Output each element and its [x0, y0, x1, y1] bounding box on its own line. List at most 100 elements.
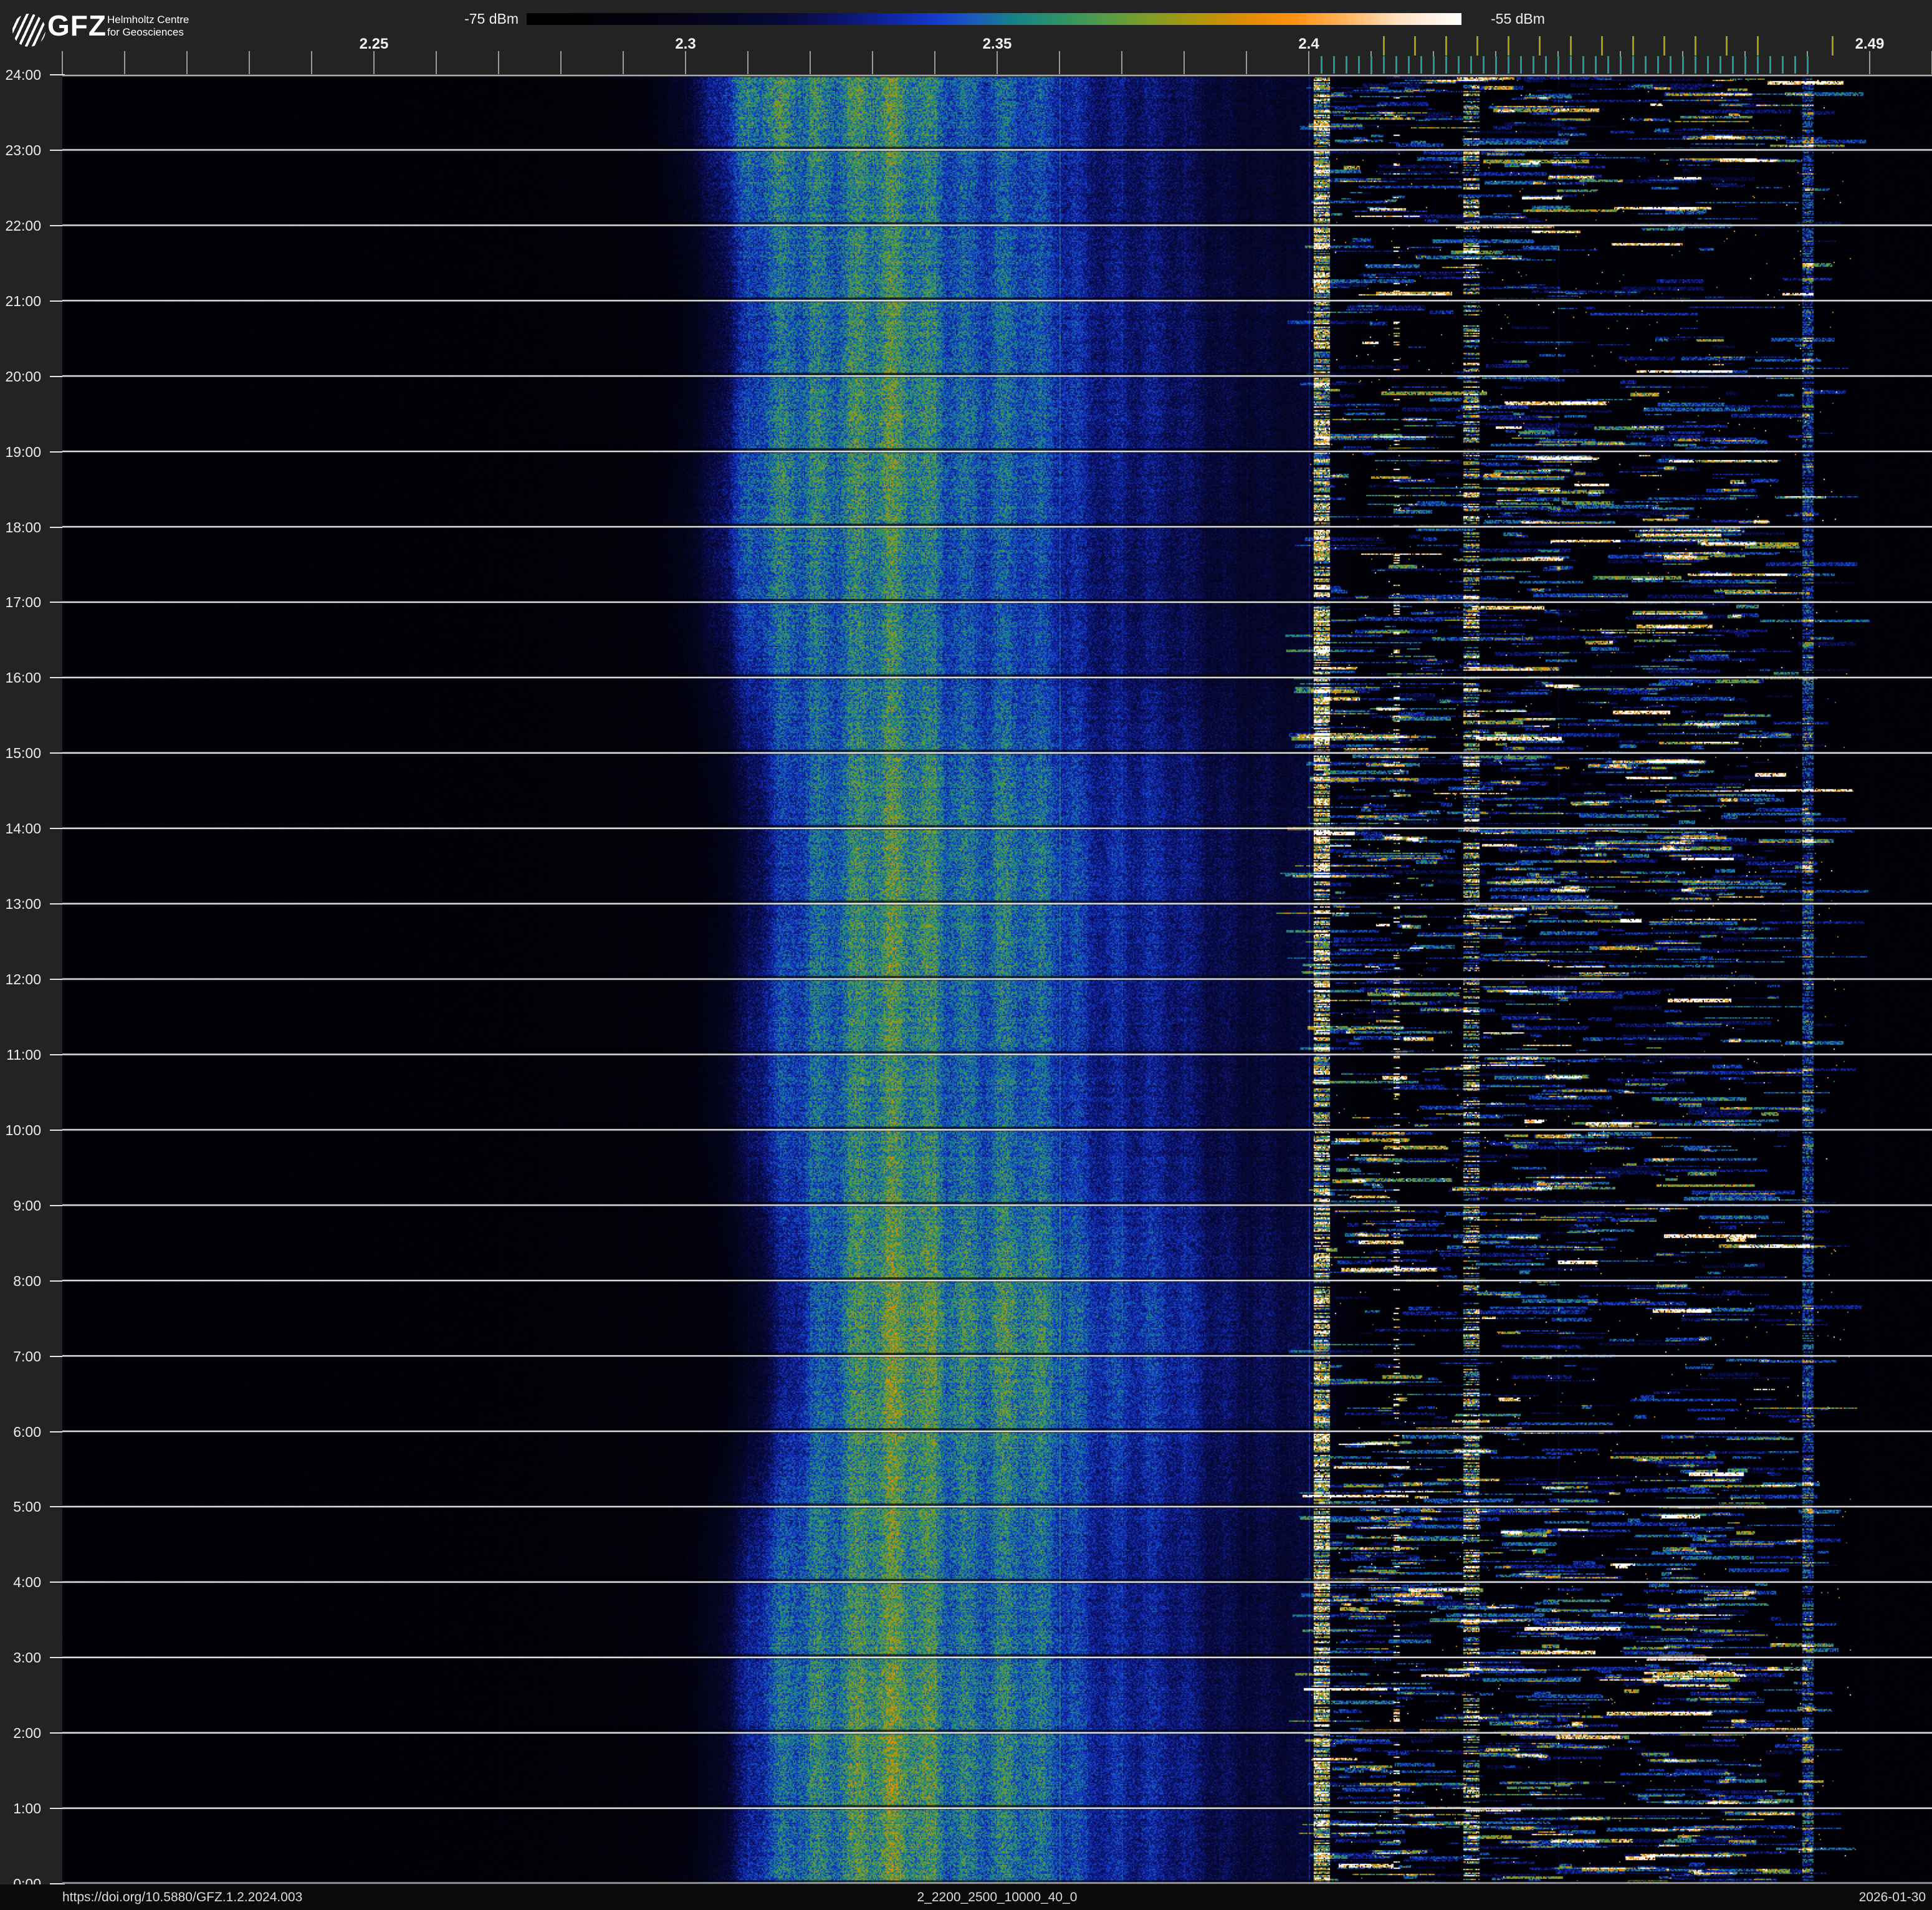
date-text: 2026-01-30: [1858, 1890, 1926, 1904]
frequency-tick: [373, 51, 375, 74]
frequency-tick: [311, 51, 312, 74]
spectrogram-page: GFZ Helmholtz Centre for Geosciences -75…: [0, 0, 1932, 1910]
frequency-tick: [685, 51, 686, 74]
ble-channel-tick: [1532, 56, 1534, 74]
frequency-tick: [872, 51, 873, 74]
time-axis-label: 4:00: [13, 1574, 41, 1591]
wifi-channel-tick: [1476, 36, 1478, 55]
ble-channel-tick: [1557, 56, 1559, 74]
ble-channel-tick: [1320, 56, 1322, 74]
ble-channel-tick: [1544, 56, 1547, 74]
wifi-channel-tick: [1756, 36, 1759, 55]
frequency-tick: [124, 51, 125, 74]
time-axis-label: 9:00: [13, 1197, 41, 1214]
wifi-channel-tick: [1507, 36, 1509, 55]
ble-channel-tick: [1382, 56, 1385, 74]
frequency-tick: [1308, 51, 1309, 74]
gfz-logo-brand: GFZ: [47, 9, 107, 42]
wifi-channel-tick: [1445, 36, 1447, 55]
time-axis-label: 19:00: [5, 443, 41, 460]
frequency-tick: [623, 51, 624, 74]
wifi-channel-tick: [1569, 36, 1572, 55]
time-axis-label: 11:00: [6, 1046, 41, 1063]
time-axis-label: 1:00: [13, 1800, 41, 1817]
frequency-tick: [1059, 51, 1060, 74]
time-axis-label: 16:00: [5, 669, 41, 686]
spectrogram-canvas: [62, 75, 1932, 1884]
ble-channel-tick: [1482, 56, 1485, 74]
wifi-channel-tick: [1382, 36, 1385, 55]
ble-channel-tick: [1781, 56, 1784, 74]
ble-channel-tick: [1345, 56, 1347, 74]
ble-channel-tick: [1669, 56, 1671, 74]
frequency-tick: [1121, 51, 1122, 74]
ble-channel-tick: [1457, 56, 1460, 74]
ble-channel-tick: [1569, 56, 1572, 74]
colorbar-min-label: -75 dBm: [464, 11, 519, 27]
time-axis-label: 12:00: [5, 971, 41, 987]
time-axis-label: 24:00: [5, 67, 41, 83]
time-axis-label: 6:00: [13, 1423, 41, 1440]
frequency-tick: [747, 51, 748, 74]
time-axis-label: 3:00: [13, 1649, 41, 1666]
ble-channel-tick: [1470, 56, 1472, 74]
dataset-filename: 2_2200_2500_10000_40_0: [917, 1890, 1078, 1904]
wifi-channel-tick: [1538, 36, 1541, 55]
time-axis-label: 7:00: [13, 1348, 41, 1365]
time-axis-label: 20:00: [5, 368, 41, 385]
time-axis-label: 10:00: [5, 1121, 41, 1138]
colorbar-max-label: -55 dBm: [1491, 11, 1545, 27]
ble-channel-tick: [1395, 56, 1397, 74]
wifi-channel-tick: [1663, 36, 1665, 55]
time-axis-label: 21:00: [5, 292, 41, 309]
ble-channel-tick: [1694, 56, 1696, 74]
frequency-tick: [934, 51, 935, 74]
ble-channel-tick: [1744, 56, 1746, 74]
ble-channel-tick: [1582, 56, 1584, 74]
ble-channel-tick: [1507, 56, 1509, 74]
frequency-tick: [1869, 51, 1870, 74]
ble-channel-tick: [1632, 56, 1634, 74]
ble-channel-tick: [1769, 56, 1771, 74]
ble-channel-tick: [1731, 56, 1734, 74]
frequency-axis-label: 2.25: [359, 36, 389, 52]
wifi-channel-tick: [1694, 36, 1696, 55]
ble-channel-tick: [1644, 56, 1647, 74]
ble-channel-tick: [1519, 56, 1522, 74]
frequency-tick: [810, 51, 811, 74]
frequency-axis-label: 2.49: [1855, 36, 1885, 52]
wifi-channel-tick: [1413, 36, 1416, 55]
ble-channel-tick: [1420, 56, 1422, 74]
frequency-tick: [1184, 51, 1185, 74]
colorbar-gradient: [527, 13, 1461, 25]
wifi-channel-tick: [1725, 36, 1728, 55]
frequency-tick: [62, 51, 63, 74]
ble-channel-tick: [1407, 56, 1410, 74]
frequency-tick: [1246, 51, 1247, 74]
ble-channel-tick: [1719, 56, 1721, 74]
ble-channel-tick: [1657, 56, 1659, 74]
time-axis-label: 2:00: [13, 1725, 41, 1742]
ble-channel-tick: [1681, 56, 1684, 74]
time-axis-label: 22:00: [5, 217, 41, 234]
frequency-axis-label: 2.4: [1298, 36, 1319, 52]
time-axis-label: 13:00: [5, 896, 41, 913]
ble-channel-tick: [1794, 56, 1796, 74]
time-axis-label: 18:00: [5, 519, 41, 535]
frequency-tick: [436, 51, 437, 74]
ble-channel-tick: [1357, 56, 1360, 74]
ble-channel-tick: [1332, 56, 1335, 74]
ble-channel-tick: [1806, 56, 1809, 74]
frequency-tick: [249, 51, 250, 74]
ble-channel-tick: [1370, 56, 1372, 74]
frequency-tick: [997, 51, 998, 74]
ble-channel-tick: [1494, 56, 1497, 74]
time-axis-label: 23:00: [5, 142, 41, 158]
footer-bar: https://doi.org/10.5880/GFZ.1.2.2024.003…: [0, 1884, 1932, 1910]
ble-channel-tick: [1432, 56, 1435, 74]
time-axis-label: 14:00: [5, 820, 41, 837]
time-axis-label: 5:00: [13, 1499, 41, 1515]
ble-channel-tick: [1607, 56, 1609, 74]
frequency-tick: [186, 51, 188, 74]
time-axis-label: 8:00: [13, 1272, 41, 1289]
